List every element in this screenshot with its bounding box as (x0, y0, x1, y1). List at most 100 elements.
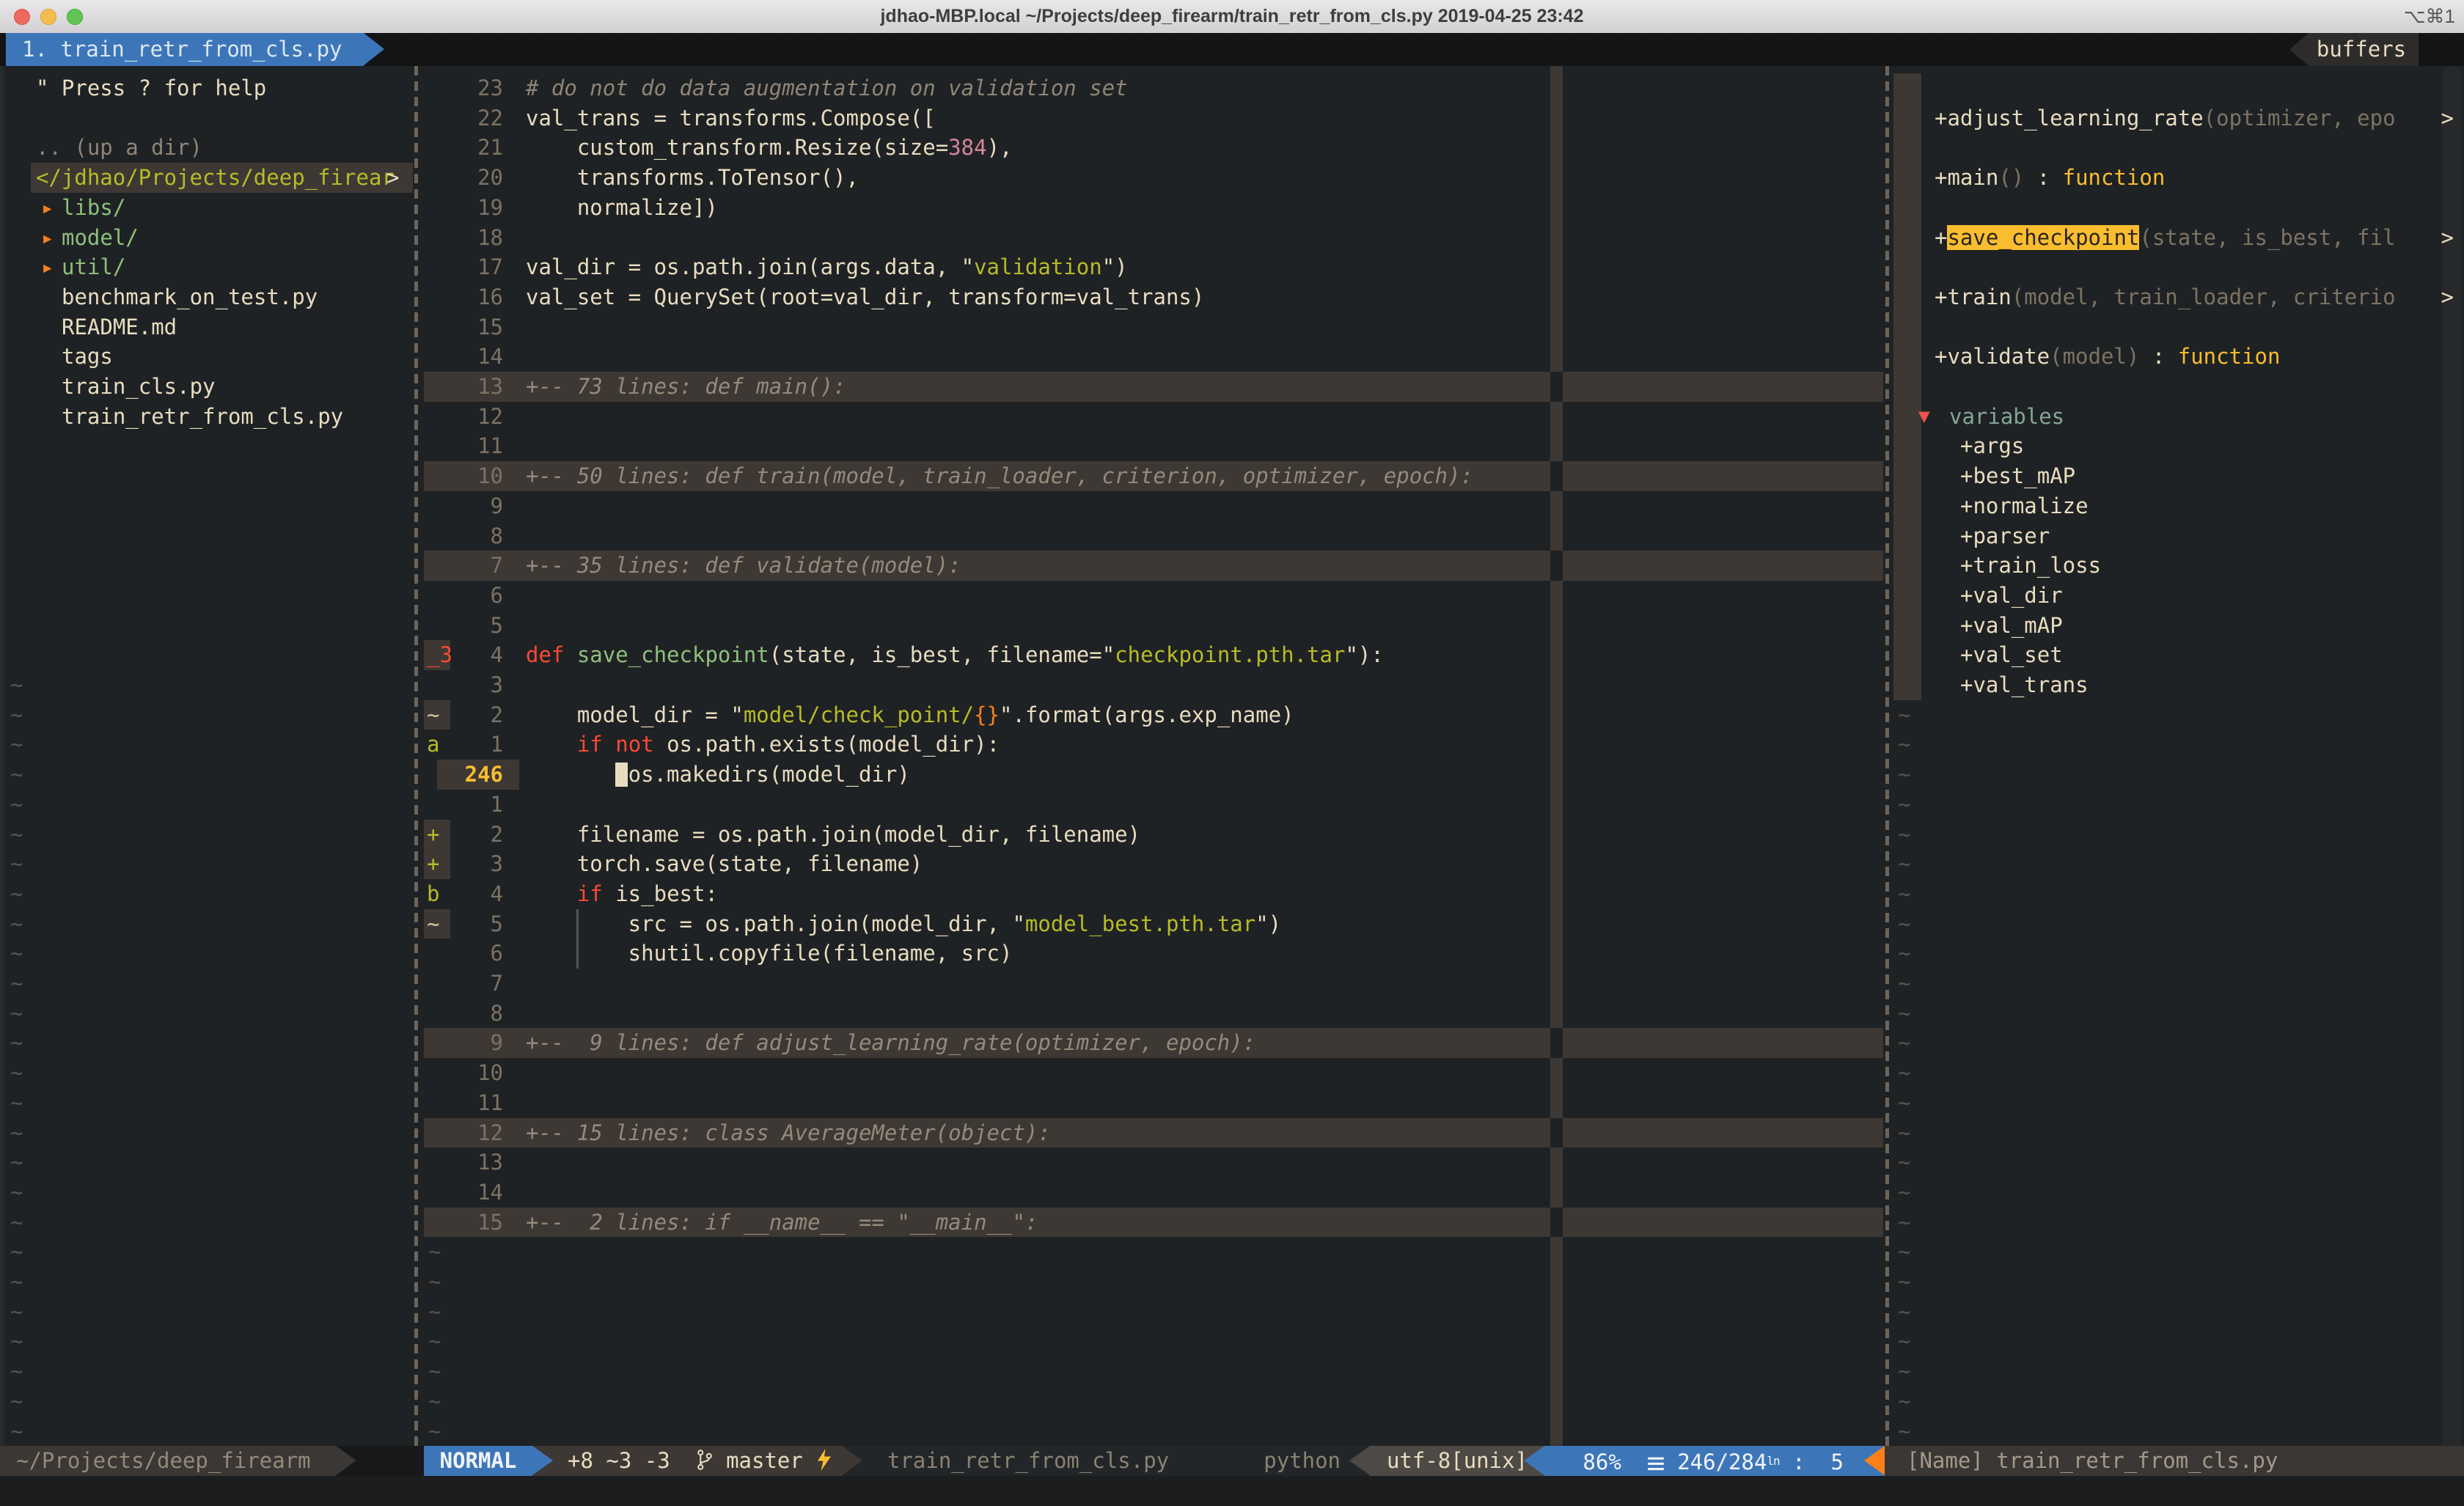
tagbar-section-variables[interactable]: ▼variables (1893, 402, 2464, 432)
nerdtree-updir-up-a-dir[interactable]: .. (up a dir) (0, 133, 413, 163)
editor-row[interactable]: 6 (424, 581, 1883, 611)
buffers-label[interactable]: buffers (2289, 33, 2419, 66)
fold-row[interactable]: 15+-- 2 lines: if __name__ == "__main__"… (424, 1208, 1883, 1238)
tagbar-item-train-loss[interactable]: +train_loss (1893, 551, 2464, 581)
editor-row[interactable]: 17val_dir = os.path.join(args.data, "val… (424, 252, 1883, 282)
nerdtree-file-train-retr-from-cls-py[interactable]: train_retr_from_cls.py (0, 402, 413, 432)
tagbar-item-best-map[interactable]: +best_mAP (1893, 461, 2464, 491)
window-separator[interactable] (414, 66, 418, 1446)
command-line[interactable] (0, 1476, 2464, 1506)
editor-row[interactable]: + 3 torch.save(state, filename) (424, 849, 1883, 879)
line-number: 5 (450, 611, 503, 641)
nerdtree-panel: " Press ? for help.. (up a dir)</jdhao/P… (0, 66, 413, 1446)
empty-line-tilde: ~ (10, 1058, 413, 1088)
editor-row[interactable]: 22val_trans = transforms.Compose([ (424, 103, 1883, 133)
editor-row[interactable]: + 2 filename = os.path.join(model_dir, f… (424, 820, 1883, 850)
editor-row[interactable]: 1 (424, 790, 1883, 820)
editor-row[interactable]: 18 (424, 223, 1883, 253)
editor-row[interactable]: 5 (424, 611, 1883, 641)
nerdtree-dir-libs[interactable]: ▸libs/ (0, 193, 413, 223)
tagbar-item-save-checkpoint[interactable]: +save_checkpoint(state, is_best, fil> (1893, 223, 2464, 253)
fold-row[interactable]: 7+-- 35 lines: def validate(model): (424, 551, 1883, 581)
fold-row[interactable]: 12 +-- 15 lines: class AverageMeter(objec… (424, 1118, 1883, 1148)
line-number: 4 (450, 879, 503, 909)
empty-line-tilde: ~ (1898, 1147, 2464, 1178)
editor-row[interactable]: _3 4def save_checkpoint(state, is_best, … (424, 640, 1883, 670)
editor-row[interactable]: 7 (424, 969, 1883, 999)
code-text: val_trans = transforms.Compose([ (526, 103, 936, 133)
nerdtree-dir-model[interactable]: ▸model/ (0, 223, 413, 253)
editor-row[interactable]: ~ 2 model_dir = "model/check_point/{}".f… (424, 700, 1883, 730)
line-number: 3 (450, 849, 503, 879)
empty-line-tilde: ~ (1898, 1386, 2464, 1417)
tagbar-item-val-dir[interactable]: +val_dir (1893, 581, 2464, 611)
editor-row[interactable]: a 1 if not os.path.exists(model_dir): (424, 730, 1883, 760)
nerdtree-file-benchmark-on-test-py[interactable]: benchmark_on_test.py (0, 282, 413, 312)
tagbar-item-parser[interactable]: +parser (1893, 521, 2464, 551)
editor-row[interactable]: 9 (424, 491, 1883, 521)
empty-line-tilde: ~ (10, 1208, 413, 1238)
nerdtree-file-tags[interactable]: tags (0, 342, 413, 372)
empty-line-tilde: ~ (1898, 1237, 2464, 1267)
editor-row[interactable]: 16val_set = QuerySet(root=val_dir, trans… (424, 282, 1883, 312)
gutter-sign: + (427, 849, 439, 879)
tagbar-item-normalize[interactable]: +normalize (1893, 491, 2464, 521)
fold-text: +-- 73 lines: def main(): (526, 372, 846, 402)
editor-panel[interactable]: 23# do not do data augmentation on valid… (424, 66, 1883, 1446)
line-number: 4 (450, 640, 503, 670)
editor-row[interactable]: 13 (424, 1147, 1883, 1178)
editor-row[interactable]: 10 (424, 1058, 1883, 1088)
editor-row[interactable]: 11 (424, 431, 1883, 461)
editor-row[interactable]: 6 shutil.copyfile(filename, src) (424, 939, 1883, 969)
line-number: 20 (450, 163, 503, 193)
line-number: 12 (450, 1118, 503, 1148)
editor-row[interactable]: 3 (424, 670, 1883, 700)
editor-row[interactable]: 14 (424, 342, 1883, 372)
tagbar-item-args[interactable]: +args (1893, 431, 2464, 461)
tagbar-item-val-set[interactable]: +val_set (1893, 640, 2464, 670)
fold-row[interactable]: 9+-- 9 lines: def adjust_learning_rate(o… (424, 1028, 1883, 1058)
empty-line-tilde: ~ (10, 1326, 413, 1356)
fold-row[interactable]: 13+-- 73 lines: def main(): (424, 372, 1883, 402)
empty-line-tilde: ~ (1898, 1058, 2464, 1088)
line-number: 5 (450, 909, 503, 939)
powerline-arrow (1524, 1446, 1544, 1475)
code-text: if is_best: (526, 879, 718, 909)
line-number: 14 (450, 1178, 503, 1208)
tagbar-item-val-map[interactable]: +val_mAP (1893, 611, 2464, 641)
empty-line-tilde: ~ (10, 820, 413, 850)
window-separator[interactable] (1885, 66, 1889, 1446)
gutter-sign: b (427, 879, 439, 909)
code-text: def save_checkpoint(state, is_best, file… (526, 640, 1384, 670)
fold-text: +-- 2 lines: if __name__ == "__main__": (526, 1208, 1038, 1238)
editor-row[interactable]: ~ 5 src = os.path.join(model_dir, "model… (424, 909, 1883, 939)
editor-row[interactable]: 21 custom_transform.Resize(size=384), (424, 133, 1883, 163)
empty-line-tilde: ~ (1898, 1356, 2464, 1386)
fold-text: +-- 15 lines: class AverageMeter(object)… (526, 1118, 1051, 1148)
nerdtree-dir-util[interactable]: ▸util/ (0, 252, 413, 282)
editor-row[interactable]: 8 (424, 999, 1883, 1029)
tagbar-item-validate[interactable]: +validate(model) : function (1893, 342, 2464, 372)
tagbar-item-val-trans[interactable]: +val_trans (1893, 670, 2464, 700)
editor-row[interactable]: 8 (424, 521, 1883, 551)
editor-row[interactable]: 19 normalize]) (424, 193, 1883, 223)
tagbar-item-main[interactable]: +main() : function (1893, 163, 2464, 193)
editor-row[interactable]: 23# do not do data augmentation on valid… (424, 73, 1883, 103)
empty-line-tilde: ~ (1898, 939, 2464, 969)
line-number: 6 (450, 939, 503, 969)
editor-row[interactable]: 14 (424, 1178, 1883, 1208)
editor-row[interactable]: 12 (424, 402, 1883, 432)
nerdtree-root-jdhao-projects-deep-firear[interactable]: </jdhao/Projects/deep_firear> (0, 163, 413, 193)
editor-row[interactable]: 246 os.makedirs(model_dir) (424, 760, 1883, 790)
tagbar-item-adjust-learning-rate[interactable]: +adjust_learning_rate(optimizer, epo> (1893, 103, 2464, 133)
editor-row[interactable]: 20 transforms.ToTensor(), (424, 163, 1883, 193)
tab-arrow-decoration (364, 33, 384, 65)
tab-train-retr-from-cls[interactable]: 1. train_retr_from_cls.py (6, 33, 364, 66)
editor-row[interactable]: 11 (424, 1088, 1883, 1118)
nerdtree-file-readme-md[interactable]: README.md (0, 312, 413, 342)
fold-row[interactable]: 10+-- 50 lines: def train(model, train_l… (424, 461, 1883, 491)
editor-row[interactable]: b 4 if is_best: (424, 879, 1883, 909)
tagbar-item-train[interactable]: +train(model, train_loader, criterio> (1893, 282, 2464, 312)
editor-row[interactable]: 15 (424, 312, 1883, 342)
nerdtree-file-train-cls-py[interactable]: train_cls.py (0, 372, 413, 402)
